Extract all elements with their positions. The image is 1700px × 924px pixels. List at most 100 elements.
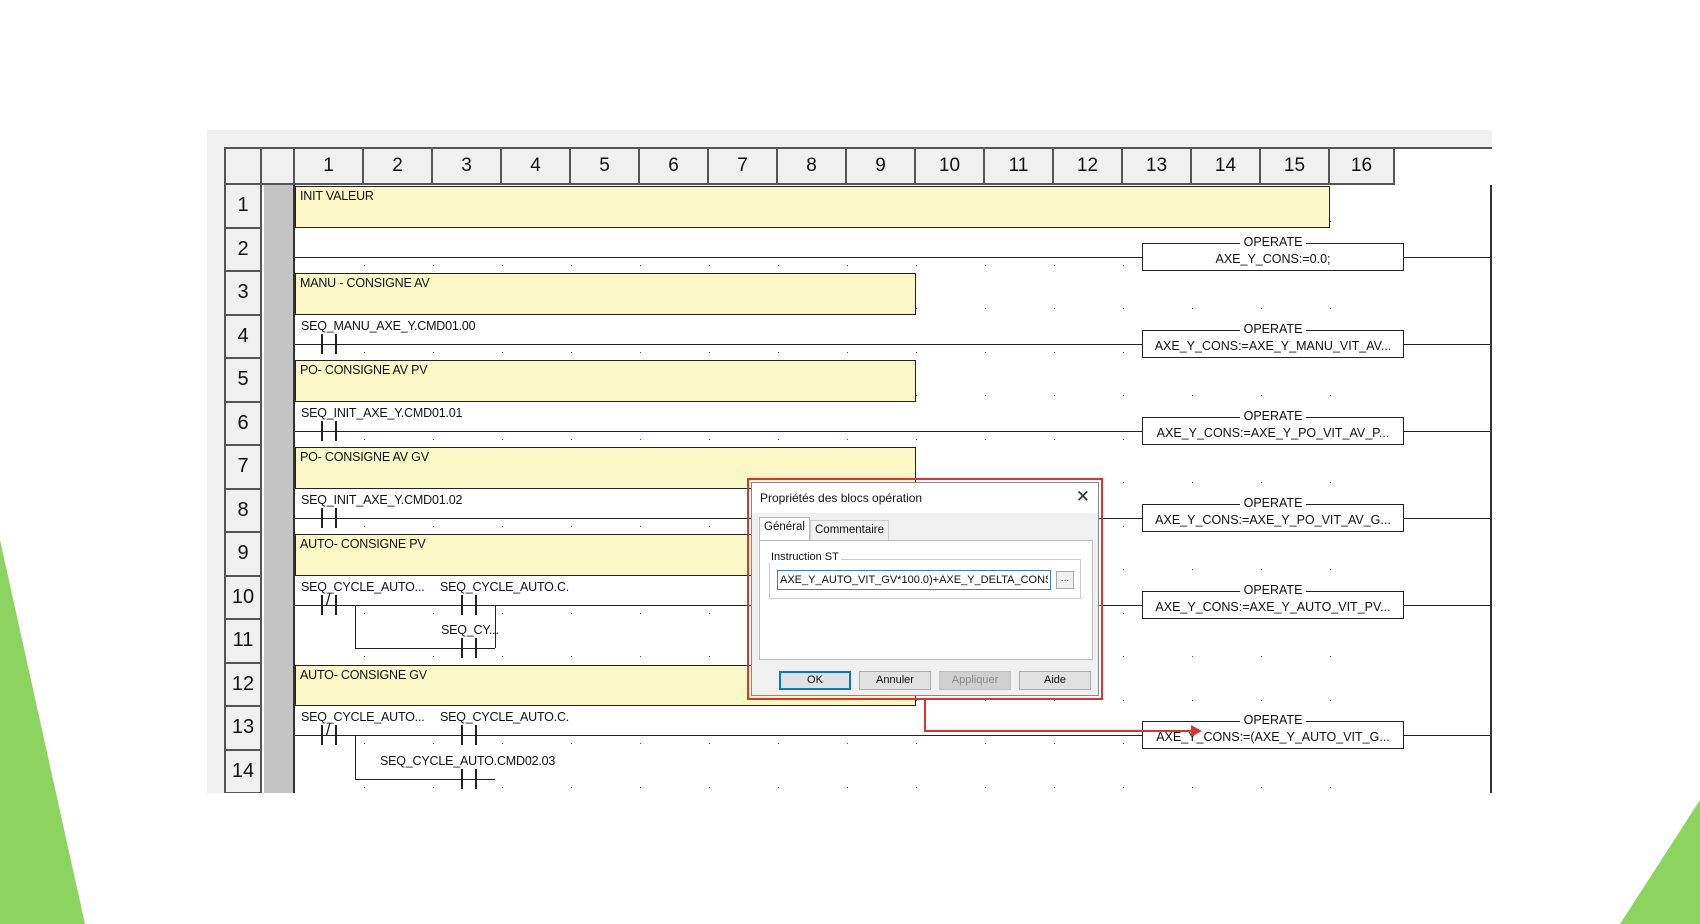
grid-dot: [1123, 612, 1124, 614]
browse-button[interactable]: ...: [1056, 571, 1074, 589]
grid-dot: [847, 786, 848, 788]
grid-dot: [502, 786, 503, 788]
right-power-rail: [1490, 185, 1492, 793]
grid-dot: [1261, 699, 1262, 701]
cancel-button[interactable]: Annuler: [859, 671, 931, 690]
instruction-label: Instruction ST: [769, 551, 841, 563]
tab-commentaire[interactable]: Commentaire: [810, 520, 890, 540]
no-contact-icon[interactable]: [321, 507, 337, 528]
no-contact-icon[interactable]: [321, 420, 337, 441]
column-header-2: 2: [364, 149, 433, 185]
arrow-line-vertical: [924, 700, 926, 732]
grid-dot: [985, 308, 986, 309]
row-header-11: 11: [226, 620, 262, 664]
no-contact-icon[interactable]: [461, 768, 477, 789]
grid-dot: [571, 438, 572, 440]
ok-button[interactable]: OK: [779, 671, 851, 690]
nc-contact-icon[interactable]: /: [321, 592, 337, 615]
rung-wire-out: [1404, 604, 1490, 606]
grid-dot: [571, 264, 572, 266]
grid-dot: [571, 786, 572, 788]
grid-dot: [640, 786, 641, 788]
grid-dot: [502, 656, 503, 657]
column-header-13: 13: [1123, 149, 1192, 185]
grid-dot: [502, 438, 503, 440]
grid-dot: [709, 264, 710, 266]
operate-block-title: OPERATE: [1143, 321, 1403, 336]
grid-dot: [364, 525, 365, 527]
close-icon[interactable]: ✕: [1076, 487, 1090, 507]
grid-dot: [433, 786, 434, 788]
operate-block-title: OPERATE: [1143, 713, 1403, 727]
grid-dot: [778, 743, 779, 744]
arrow-head-icon: [1191, 725, 1202, 737]
grid-dot: [916, 743, 917, 744]
grid-dot: [1123, 699, 1124, 701]
grid-dot: [502, 525, 503, 527]
grid-dot: [1123, 786, 1124, 788]
column-header-11: 11: [985, 149, 1054, 185]
grid-dot: [1123, 264, 1124, 266]
contact-label: SEQ_INIT_AXE_Y.CMD01.02: [301, 492, 463, 507]
grid-dot: [1330, 395, 1331, 396]
operate-title-text: OPERATE: [1239, 234, 1307, 249]
operate-block-instruction: AXE_Y_CONS:=AXE_Y_PO_VIT_AV_P...: [1156, 425, 1390, 440]
operate-block[interactable]: OPERATE AXE_Y_CONS:=0.0;: [1142, 234, 1404, 271]
operate-block-title: OPERATE: [1143, 582, 1403, 597]
row-header-2: 2: [226, 228, 262, 272]
operate-block[interactable]: OPERATE AXE_Y_CONS:=(AXE_Y_AUTO_VIT_G...: [1142, 713, 1404, 749]
row-header-7: 7: [226, 446, 262, 490]
dialog-titlebar: Propriétés des blocs opération ✕: [752, 483, 1098, 513]
grid-dot: [1330, 786, 1331, 788]
grid-dot: [364, 786, 365, 788]
grid-dot: [1054, 743, 1055, 744]
operate-block[interactable]: OPERATE AXE_Y_CONS:=AXE_Y_PO_VIT_AV_P...: [1142, 408, 1404, 445]
operate-block[interactable]: OPERATE AXE_Y_CONS:=AXE_Y_PO_VIT_AV_G...: [1142, 495, 1404, 532]
grid-dot: [709, 438, 710, 440]
grid-dot: [1330, 569, 1331, 570]
apply-button[interactable]: Appliquer: [939, 671, 1011, 690]
contact-label: SEQ_CYCLE_AUTO...: [301, 579, 425, 594]
rung-wire-out: [1404, 735, 1490, 736]
grid-dot: [1261, 482, 1262, 483]
no-contact-icon[interactable]: [461, 638, 477, 658]
no-contact-icon[interactable]: [321, 333, 337, 354]
grid-dot: [502, 743, 503, 744]
row-header-5: 5: [226, 359, 262, 403]
help-button[interactable]: Aide: [1019, 671, 1091, 690]
rung-wire: [295, 735, 1142, 736]
grid-dot: [571, 656, 572, 657]
contact-label: SEQ_CYCLE_AUTO.C.: [440, 710, 570, 724]
operate-block[interactable]: OPERATE AXE_Y_CONS:=AXE_Y_AUTO_VIT_PV...: [1142, 582, 1404, 619]
column-header-16: 16: [1330, 149, 1395, 185]
row-header-9: 9: [226, 533, 262, 577]
rung-wire: [295, 343, 1142, 345]
contact-label: SEQ_CY...: [441, 623, 499, 637]
rung-wire: [295, 256, 1142, 258]
grid-dot: [778, 438, 779, 440]
operate-title-text: OPERATE: [1239, 713, 1307, 727]
operate-block[interactable]: OPERATE AXE_Y_CONS:=AXE_Y_MANU_VIT_AV...: [1142, 321, 1404, 358]
grid-dot: [1330, 221, 1331, 222]
grid-dot: [985, 743, 986, 744]
comment-r3: MANU - CONSIGNE AV: [295, 273, 916, 315]
grid-dot: [778, 786, 779, 788]
nc-contact-icon[interactable]: /: [321, 722, 337, 745]
contact-label: SEQ_CYCLE_AUTO.CMD02.03: [380, 753, 556, 768]
grid-dot: [1330, 308, 1331, 309]
row-header-1: 1: [226, 185, 262, 229]
column-header-15: 15: [1261, 149, 1330, 185]
tab-general[interactable]: Général: [759, 517, 810, 541]
grid-dot: [985, 264, 986, 266]
grid-dot: [1054, 308, 1055, 309]
no-contact-icon[interactable]: [461, 594, 477, 615]
grid-dot: [1123, 743, 1124, 744]
grid-dot: [1054, 351, 1055, 353]
no-contact-icon[interactable]: [461, 725, 477, 745]
grid-dot: [502, 351, 503, 353]
comment-r1: INIT VALEUR: [295, 186, 1330, 228]
instruction-input[interactable]: [777, 570, 1051, 590]
grid-dot: [778, 264, 779, 266]
rung-wire-out: [1404, 430, 1490, 432]
grid-dot: [847, 438, 848, 440]
